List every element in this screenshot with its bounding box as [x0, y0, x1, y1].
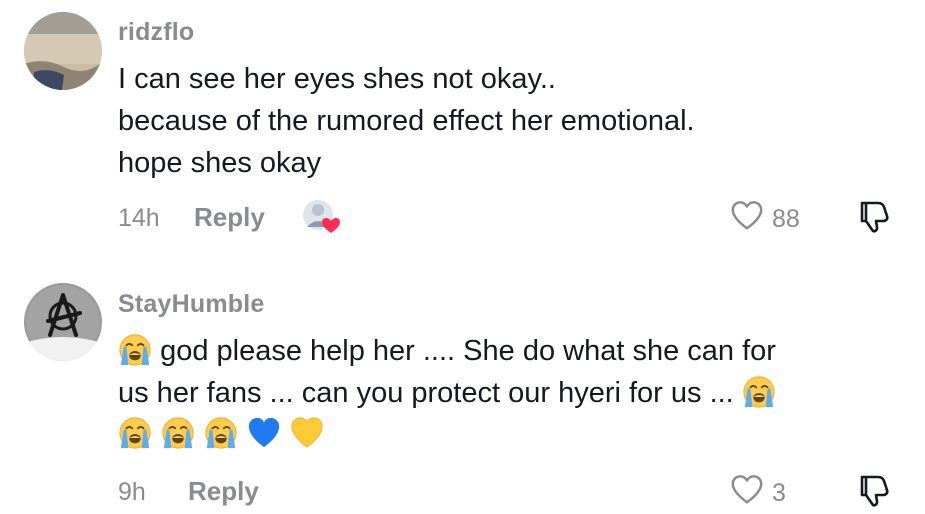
loudly-crying-face-icon: [742, 375, 776, 409]
loudly-crying-face-icon: [161, 416, 195, 450]
comment-username[interactable]: StayHumble: [118, 290, 264, 319]
like-count: 3: [772, 479, 786, 507]
comment-text-line: god please help her .... She do what she…: [118, 330, 776, 372]
loudly-crying-face-icon: [204, 416, 238, 450]
yellow-heart-icon: [290, 416, 324, 450]
comment-emoji-line: [118, 416, 324, 450]
blue-heart-icon: [247, 416, 281, 450]
reply-button[interactable]: Reply: [188, 476, 259, 507]
like-button[interactable]: 3: [730, 473, 786, 514]
comment-item: StayHumble god please help her .... She …: [0, 0, 925, 514]
dislike-icon[interactable]: [856, 472, 892, 513]
comment-text-line: us her fans ... can you protect our hyer…: [118, 372, 776, 414]
avatar[interactable]: [24, 283, 102, 361]
comment-text: god please help her .... She do what she…: [160, 335, 776, 367]
heart-outline-icon: [730, 473, 764, 514]
comment-timestamp: 9h: [118, 478, 146, 506]
loudly-crying-face-icon: [118, 333, 152, 367]
comment-text: us her fans ... can you protect our hyer…: [118, 377, 734, 409]
loudly-crying-face-icon: [118, 416, 152, 450]
